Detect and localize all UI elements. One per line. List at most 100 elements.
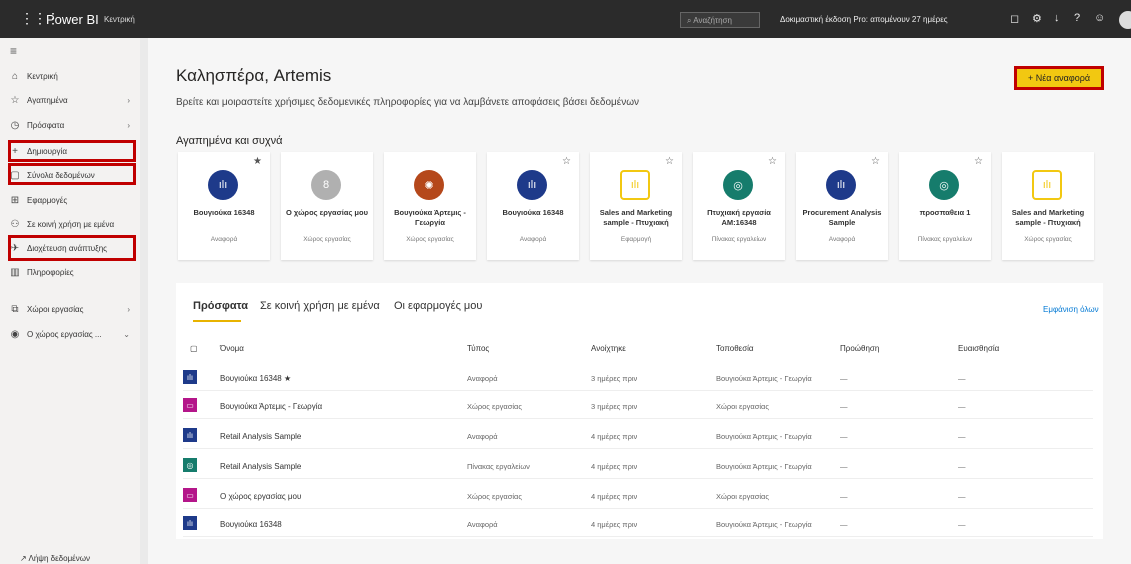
sidebar-item-label: Πληροφορίες xyxy=(27,267,74,277)
star-outline-icon[interactable]: ☆ xyxy=(665,156,674,167)
workspace-icon: ▭ xyxy=(183,398,197,412)
favorite-card[interactable]: ılı ★ Βουγιούκα 16348 Αναφορά xyxy=(178,152,270,260)
highlight-pipeline xyxy=(8,235,136,261)
card-type: Εφαρμογή xyxy=(620,236,652,243)
feedback-icon[interactable]: ☺ xyxy=(1094,12,1105,24)
card-title: Βουγιούκα Άρτεμις - Γεωργία xyxy=(394,208,466,227)
brand-title[interactable]: Power BI xyxy=(46,12,99,27)
favorite-card[interactable]: ◎ ☆ Πτυχιακή εργασία AM:16348 Πίνακας εργαλ… xyxy=(693,152,785,260)
new-report-button[interactable]: + Νέα αναφορά xyxy=(1014,66,1104,90)
search-input[interactable]: ⌕ Αναζήτηση xyxy=(680,12,760,28)
report-icon: ılı xyxy=(183,516,197,530)
download-icon[interactable]: ↓ xyxy=(1054,12,1060,24)
star-filled-icon[interactable]: ★ xyxy=(253,156,262,167)
row-promotion: — xyxy=(840,520,848,529)
sidebar-item-my-workspace[interactable]: ◉ Ο χώρος εργασίας ... ⌄ xyxy=(8,324,136,344)
sidebar-item-apps[interactable]: ⊞ Εφαρμογές xyxy=(8,190,136,210)
favorite-card[interactable]: ılı ☆ Procurement Analysis Sample Αναφορά xyxy=(796,152,888,260)
tab-shared[interactable]: Σε κοινή χρήση με εμένα xyxy=(260,300,380,312)
avatar[interactable] xyxy=(1119,11,1131,29)
card-type: Πίνακας εργαλείων xyxy=(917,236,973,243)
card-title: Procurement Analysis Sample xyxy=(802,208,882,227)
column-header-promotion[interactable]: Προώθηση xyxy=(840,344,879,353)
table-row[interactable]: ılı Βουγιούκα 16348 Αναφορά 4 ημέρες πρι… xyxy=(183,512,1093,537)
column-header-opened[interactable]: Ανοίχτηκε xyxy=(591,344,626,353)
sidebar-item-workspaces[interactable]: ⧉ Χώροι εργασίας › xyxy=(8,299,136,319)
row-name: Ο χώρος εργασίας μου xyxy=(220,492,302,501)
star-icon: ☆ xyxy=(10,94,20,106)
help-icon[interactable]: ? xyxy=(1074,12,1080,24)
sidebar-item-learn[interactable]: ▥ Πληροφορίες xyxy=(8,262,136,282)
dashboard-icon: ◎ xyxy=(929,170,959,200)
chevron-down-icon[interactable]: ⌄ xyxy=(123,330,130,339)
tab-recent[interactable]: Πρόσφατα xyxy=(193,300,248,312)
row-promotion: — xyxy=(840,432,848,441)
row-opened: 4 ημέρες πριν xyxy=(591,492,638,501)
user-icon: ◉ xyxy=(10,328,20,340)
column-header-location[interactable]: Τοποθεσία xyxy=(716,344,754,353)
row-location[interactable]: Βουγιούκα Άρτεμις - Γεωργία xyxy=(716,374,812,383)
sidebar-item-favorites[interactable]: ☆ Αγαπημένα › xyxy=(8,90,136,110)
table-row[interactable]: ılı Retail Analysis Sample Αναφορά 4 ημέ… xyxy=(183,424,1093,449)
row-opened: 4 ημέρες πριν xyxy=(591,520,638,529)
row-name: Βουγιούκα 16348 xyxy=(220,520,282,529)
sidebar-item-shared[interactable]: ⚇ Σε κοινή χρήση με εμένα xyxy=(8,214,136,234)
show-all-link[interactable]: Εμφάνιση όλων xyxy=(1043,305,1099,314)
favorite-card[interactable]: ◎ ☆ προσπαθεια 1 Πίνακας εργαλείων xyxy=(899,152,991,260)
sidebar-item-home[interactable]: ⌂ Κεντρική xyxy=(8,66,136,86)
row-type: Αναφορά xyxy=(467,520,498,529)
card-title: Sales and Marketing sample - Πτυχιακή xyxy=(1011,208,1085,227)
row-name: Βουγιούκα 16348 ★ xyxy=(220,374,292,383)
row-location[interactable]: Χώροι εργασίας xyxy=(716,492,769,501)
favorite-card[interactable]: ✺ Βουγιούκα Άρτεμις - Γεωργία Χώρος εργασί… xyxy=(384,152,476,260)
sidebar-item-label: Αγαπημένα xyxy=(27,95,68,105)
sidebar-item-recent[interactable]: ◷ Πρόσφατα › xyxy=(8,115,136,135)
column-header-sensitivity[interactable]: Ευαισθησία xyxy=(958,344,999,353)
star-outline-icon[interactable]: ☆ xyxy=(562,156,571,167)
star-outline-icon[interactable]: ☆ xyxy=(768,156,777,167)
table-row[interactable]: ▭ Ο χώρος εργασίας μου Χώρος εργασίας 4 … xyxy=(183,484,1093,509)
report-icon: ılı xyxy=(517,170,547,200)
tab-underline xyxy=(193,320,241,322)
row-location[interactable]: Χώροι εργασίας xyxy=(716,402,769,411)
card-title: Sales and Marketing sample - Πτυχιακή xyxy=(599,208,673,227)
row-type: Αναφορά xyxy=(467,432,498,441)
page-title: Καλησπέρα, Artemis xyxy=(176,66,332,85)
chevron-right-icon[interactable]: › xyxy=(127,305,130,314)
chevron-right-icon[interactable]: › xyxy=(127,96,130,105)
table-row[interactable]: ◎ Retail Analysis Sample Πίνακας εργαλεί… xyxy=(183,454,1093,479)
search-placeholder: Αναζήτηση xyxy=(693,16,732,25)
gear-icon[interactable]: ⚙ xyxy=(1032,12,1042,25)
row-sensitivity: — xyxy=(958,432,966,441)
tab-my-apps[interactable]: Οι εφαρμογές μου xyxy=(394,300,482,312)
row-name: Βουγιούκα Άρτεμις - Γεωργία xyxy=(220,402,323,411)
row-location[interactable]: Βουγιούκα Άρτεμις - Γεωργία xyxy=(716,432,812,441)
favorite-card[interactable]: ılı ☆ Βουγιούκα 16348 Αναφορά xyxy=(487,152,579,260)
chevron-right-icon[interactable]: › xyxy=(127,121,130,130)
star-outline-icon[interactable]: ☆ xyxy=(974,156,983,167)
row-name: Retail Analysis Sample xyxy=(220,432,302,441)
app-icon: ılı xyxy=(1032,170,1062,200)
row-location[interactable]: Βουγιούκα Άρτεμις - Γεωργία xyxy=(716,462,812,471)
card-title: Βουγιούκα 16348 xyxy=(502,208,564,217)
hamburger-icon[interactable]: ≡ xyxy=(10,44,17,58)
clock-icon: ◷ xyxy=(10,119,20,131)
app-icon: ılı xyxy=(620,170,650,200)
column-header-name[interactable]: Όνομα xyxy=(220,344,244,353)
breadcrumb[interactable]: Κεντρική xyxy=(104,15,135,24)
star-outline-icon[interactable]: ☆ xyxy=(871,156,880,167)
favorite-card[interactable]: ılı Sales and Marketing sample - Πτυχιακή… xyxy=(1002,152,1094,260)
notifications-icon[interactable]: ◻ xyxy=(1010,12,1019,25)
trial-status[interactable]: Δοκιμαστική έκδοση Pro: απομένουν 27 ημέ… xyxy=(780,15,948,24)
table-row[interactable]: ılı Βουγιούκα 16348 ★ Αναφορά 3 ημέρες π… xyxy=(183,366,1093,391)
card-title: προσπαθεια 1 xyxy=(919,208,971,217)
favorite-card[interactable]: ılı ☆ Sales and Marketing sample - Πτυχιακ… xyxy=(590,152,682,260)
get-data[interactable]: ↗ Λήψη δεδομένων xyxy=(20,554,90,563)
highlight-create xyxy=(8,140,136,162)
dashboard-icon: ◎ xyxy=(183,458,197,472)
favorite-card[interactable]: 8 Ο χώρος εργασίας μου Χώρος εργασίας xyxy=(281,152,373,260)
row-location[interactable]: Βουγιούκα Άρτεμις - Γεωργία xyxy=(716,520,812,529)
favorites-heading: Αγαπημένα και συχνά xyxy=(176,135,283,147)
column-header-type[interactable]: Τύπος xyxy=(467,344,489,353)
table-row[interactable]: ▭ Βουγιούκα Άρτεμις - Γεωργία Χώρος εργα… xyxy=(183,394,1093,419)
